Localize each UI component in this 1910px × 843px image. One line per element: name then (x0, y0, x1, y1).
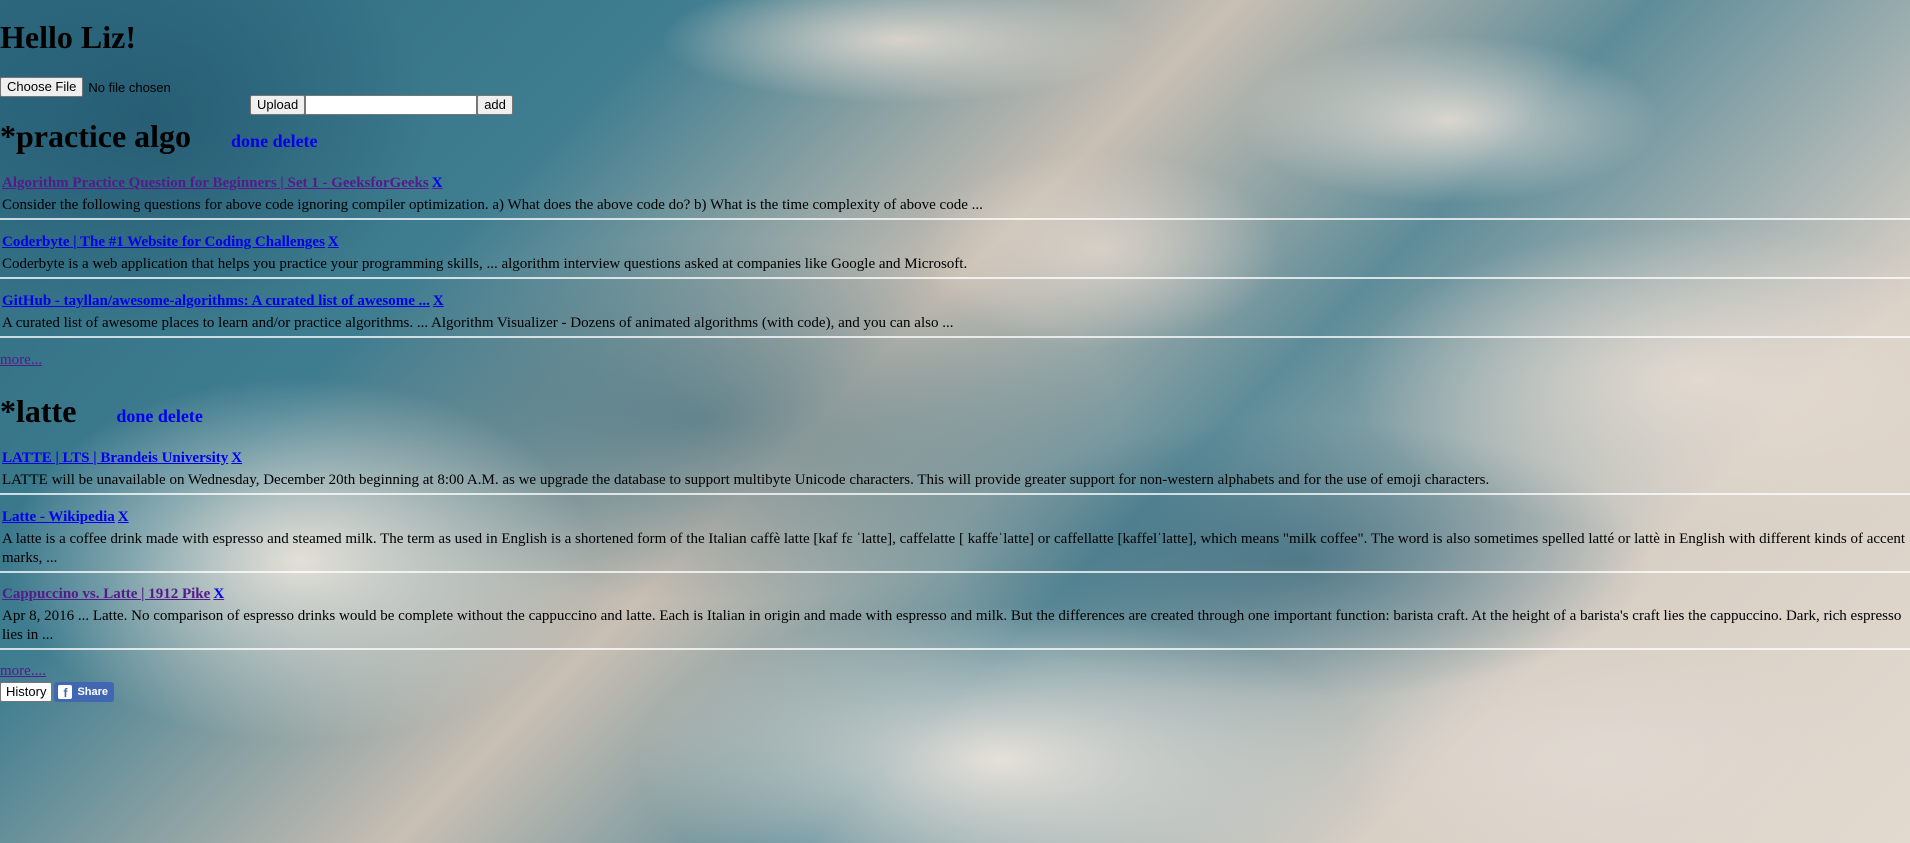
result-snippet: Coderbyte is a web application that help… (2, 256, 968, 272)
result-link[interactable]: LATTE | LTS | Brandeis University X (2, 448, 242, 468)
more-link[interactable]: more... (0, 352, 42, 369)
result-snippet: LATTE will be unavailable on Wednesday, … (2, 472, 1490, 488)
delete-button[interactable]: delete (158, 406, 203, 426)
delete-button[interactable]: delete (273, 131, 318, 151)
result-link[interactable]: Coderbyte | The #1 Website for Coding Ch… (2, 232, 339, 252)
file-input-row: Choose File No file chosen (0, 77, 171, 97)
result-item: Algorithm Practice Question for Beginner… (0, 173, 1910, 220)
topic-input[interactable] (305, 95, 478, 115)
done-button[interactable]: done (116, 406, 153, 426)
more-link[interactable]: more.... (0, 663, 46, 680)
result-item: LATTE | LTS | Brandeis University X LATTE… (0, 448, 1910, 495)
remove-result-button[interactable]: X (231, 450, 242, 466)
section-header-latte: *latte done delete (0, 393, 203, 430)
result-snippet: Apr 8, 2016 ... Latte. No comparison of … (2, 608, 1902, 643)
footer-row: History f Share (0, 682, 115, 702)
section-actions: done delete (231, 131, 318, 152)
history-button[interactable]: History (0, 682, 53, 702)
add-button[interactable]: add (477, 95, 513, 115)
greeting-heading: Hello Liz! (0, 19, 136, 55)
result-link[interactable]: Cappuccino vs. Latte | 1912 Pike X (2, 584, 224, 604)
section-header-practice-algo: *practice algo done delete (0, 118, 318, 155)
result-title: GitHub - tayllan/awesome-algorithms: A c… (2, 293, 430, 309)
result-item: Cappuccino vs. Latte | 1912 Pike X Apr 8,… (0, 584, 1910, 650)
result-title: LATTE | LTS | Brandeis University (2, 450, 229, 466)
remove-result-button[interactable]: X (118, 509, 129, 525)
facebook-share-button[interactable]: f Share (54, 682, 115, 702)
result-title: Latte - Wikipedia (2, 509, 115, 525)
result-snippet: A curated list of awesome places to lear… (2, 315, 954, 331)
remove-result-button[interactable]: X (213, 586, 224, 602)
result-link[interactable]: Latte - Wikipedia X (2, 507, 129, 527)
file-status-text: No file chosen (88, 79, 171, 95)
result-title: Coderbyte | The #1 Website for Coding Ch… (2, 234, 325, 250)
result-title: Algorithm Practice Question for Beginner… (2, 175, 429, 191)
remove-result-button[interactable]: X (328, 234, 339, 250)
section-title: *practice algo (0, 118, 192, 154)
remove-result-button[interactable]: X (433, 293, 444, 309)
share-label: Share (77, 686, 109, 698)
result-link[interactable]: GitHub - tayllan/awesome-algorithms: A c… (2, 291, 444, 311)
facebook-icon: f (58, 685, 73, 699)
choose-file-button[interactable]: Choose File (0, 77, 84, 97)
remove-result-button[interactable]: X (432, 175, 443, 191)
upload-button[interactable]: Upload (250, 95, 306, 115)
section-title: *latte (0, 393, 77, 429)
result-item: GitHub - tayllan/awesome-algorithms: A c… (0, 291, 1910, 338)
result-snippet: Consider the following questions for abo… (2, 197, 983, 213)
result-item: Coderbyte | The #1 Website for Coding Ch… (0, 232, 1910, 279)
result-snippet: A latte is a coffee drink made with espr… (2, 531, 1906, 566)
section-actions: done delete (116, 406, 203, 427)
done-button[interactable]: done (231, 131, 268, 151)
upload-row: Upload add (250, 95, 513, 115)
result-link[interactable]: Algorithm Practice Question for Beginner… (2, 173, 443, 193)
result-item: Latte - Wikipedia X A latte is a coffee d… (0, 507, 1910, 573)
result-title: Cappuccino vs. Latte | 1912 Pike (2, 586, 211, 602)
